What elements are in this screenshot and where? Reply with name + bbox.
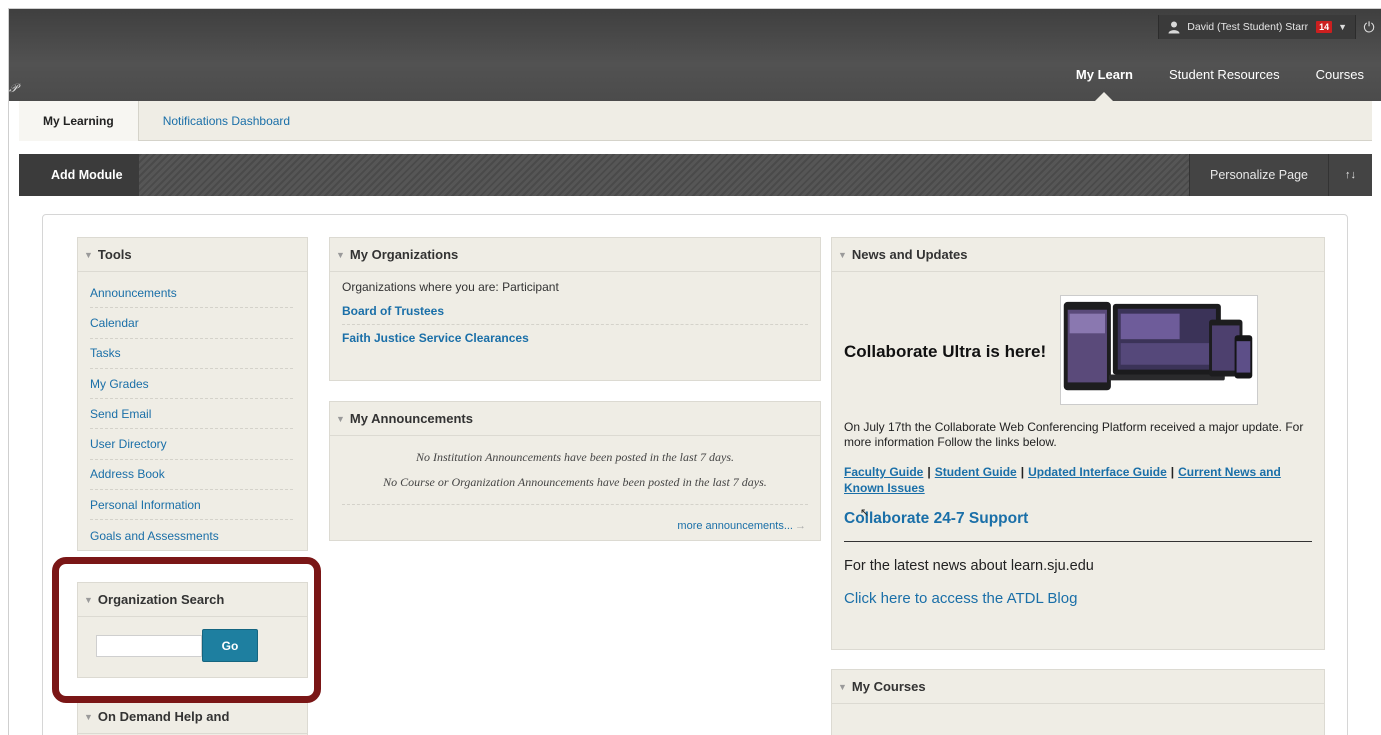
collaborate-support-link[interactable]: Collaborate 24-7 Support xyxy=(844,510,1028,528)
personalize-page-button[interactable]: Personalize Page xyxy=(1189,154,1328,196)
devices-image xyxy=(1060,295,1258,405)
divider xyxy=(844,541,1312,542)
news-and-updates-header[interactable]: ▼ News and Updates xyxy=(832,238,1324,272)
user-icon xyxy=(1168,21,1180,34)
latest-news-text: For the latest news about learn.sju.edu xyxy=(844,558,1094,574)
list-item: Send Email xyxy=(90,399,293,430)
main-tabs: My Learn Student Resources Courses xyxy=(1058,61,1381,101)
sub-navigation: My Learning Notifications Dashboard xyxy=(19,101,1372,141)
organizations-intro: Organizations where you are: Participant xyxy=(342,280,559,294)
add-module-button[interactable]: Add Module xyxy=(19,154,139,196)
my-announcements-module: ▼ My Announcements No Institution Announ… xyxy=(329,401,821,541)
tool-link[interactable]: Calendar xyxy=(90,316,139,330)
highlight-box xyxy=(52,557,321,703)
tool-link[interactable]: User Directory xyxy=(90,437,167,451)
subtab-my-learning[interactable]: My Learning xyxy=(19,101,139,141)
on-demand-help-header[interactable]: ▼ On Demand Help and xyxy=(78,700,307,734)
my-organizations-header[interactable]: ▼ My Organizations xyxy=(330,238,820,272)
updated-interface-guide-link[interactable]: Updated Interface Guide xyxy=(1028,465,1167,479)
my-announcements-title: My Announcements xyxy=(349,411,473,426)
news-headline: Collaborate Ultra is here! xyxy=(844,342,1047,361)
more-announcements-link[interactable]: more announcements... → xyxy=(677,520,806,532)
separator: | xyxy=(1170,465,1175,479)
pin-icon[interactable]: 𝒫 xyxy=(9,81,18,96)
tool-link[interactable]: Send Email xyxy=(90,407,151,421)
news-links: Faculty Guide | Student Guide | Updated Inte… xyxy=(844,464,1304,496)
student-guide-link[interactable]: Student Guide xyxy=(935,465,1017,479)
collapse-triangle-icon[interactable]: ▼ xyxy=(838,682,847,692)
my-announcements-header[interactable]: ▼ My Announcements xyxy=(330,402,820,436)
mouse-cursor-icon: ↖ xyxy=(860,507,870,519)
user-menu[interactable]: David (Test Student) Starr 14 ▼ xyxy=(1158,15,1356,39)
on-demand-help-module: ▼ On Demand Help and xyxy=(77,699,308,735)
list-item: Calendar xyxy=(90,308,293,339)
tool-link[interactable]: Goals and Assessments xyxy=(90,529,219,543)
collapse-triangle-icon[interactable]: ▼ xyxy=(838,250,847,260)
my-organizations-title: My Organizations xyxy=(349,247,459,262)
tool-link[interactable]: My Grades xyxy=(90,377,149,391)
course-announcements-text: No Course or Organization Announcements … xyxy=(383,475,767,489)
tools-module-header[interactable]: ▼ Tools xyxy=(78,238,307,272)
tab-courses[interactable]: Courses xyxy=(1298,61,1381,101)
module-bar-actions: Personalize Page ↑↓ xyxy=(1189,154,1372,196)
news-and-updates-module: ▼ News and Updates Collaborate Ultra is … xyxy=(831,237,1325,650)
more-announcements-label: more announcements... xyxy=(677,520,793,532)
collapse-triangle-icon[interactable]: ▼ xyxy=(336,250,345,260)
on-demand-help-title: On Demand Help and xyxy=(97,709,230,724)
separator: | xyxy=(1020,465,1025,479)
list-item: My Grades xyxy=(90,369,293,400)
news-body-text: On July 17th the Collaborate Web Confere… xyxy=(844,420,1304,449)
tool-link[interactable]: Personal Information xyxy=(90,498,201,512)
my-courses-title: My Courses xyxy=(851,679,926,694)
arrow-right-icon: → xyxy=(795,520,806,532)
collapse-triangle-icon[interactable]: ▼ xyxy=(84,712,93,722)
top-header: David (Test Student) Starr 14 ▼ ⏻ 𝒫 My L… xyxy=(9,9,1381,101)
chevron-down-icon[interactable]: ▼ xyxy=(1338,22,1347,32)
institution-announcements-text: No Institution Announcements have been p… xyxy=(415,450,735,464)
organization-link[interactable]: Faith Justice Service Clearances xyxy=(342,325,808,351)
tool-link[interactable]: Announcements xyxy=(90,286,177,300)
subtab-notifications-dashboard[interactable]: Notifications Dashboard xyxy=(139,101,314,141)
tools-module: ▼ Tools Announcements Calendar Tasks My … xyxy=(77,237,308,551)
browser-page: David (Test Student) Starr 14 ▼ ⏻ 𝒫 My L… xyxy=(8,8,1381,735)
module-bar: Add Module Personalize Page ↑↓ xyxy=(19,154,1372,196)
separator: | xyxy=(927,465,931,479)
tools-title: Tools xyxy=(97,247,132,262)
tool-link[interactable]: Address Book xyxy=(90,467,165,481)
collapse-triangle-icon[interactable]: ▼ xyxy=(336,414,345,424)
notification-badge[interactable]: 14 xyxy=(1316,21,1333,33)
my-courses-module: ▼ My Courses xyxy=(831,669,1325,735)
organization-link[interactable]: Board of Trustees xyxy=(342,298,808,325)
user-name: David (Test Student) Starr xyxy=(1187,21,1309,33)
list-item: Announcements xyxy=(90,278,293,309)
reorder-icon[interactable]: ↑↓ xyxy=(1328,154,1372,196)
divider xyxy=(342,504,808,505)
news-and-updates-title: News and Updates xyxy=(851,247,968,262)
my-organizations-module: ▼ My Organizations Organizations where y… xyxy=(329,237,821,381)
tools-list: Announcements Calendar Tasks My Grades S… xyxy=(78,272,307,551)
collapse-triangle-icon[interactable]: ▼ xyxy=(84,250,93,260)
list-item: Tasks xyxy=(90,339,293,369)
tab-student-resources[interactable]: Student Resources xyxy=(1151,61,1298,101)
list-item: Goals and Assessments xyxy=(90,520,293,550)
list-item: User Directory xyxy=(90,429,293,460)
user-bar: David (Test Student) Starr 14 ▼ ⏻ xyxy=(1158,15,1381,39)
tab-my-learn[interactable]: My Learn xyxy=(1058,61,1151,101)
atdl-blog-link[interactable]: Click here to access the ATDL Blog xyxy=(844,590,1077,607)
faculty-guide-link[interactable]: Faculty Guide xyxy=(844,465,923,479)
my-organizations-body: Organizations where you are: Participant… xyxy=(330,272,820,359)
list-item: Personal Information xyxy=(90,490,293,521)
tool-link[interactable]: Tasks xyxy=(90,346,121,360)
power-icon[interactable]: ⏻ xyxy=(1356,15,1381,39)
list-item: Address Book xyxy=(90,460,293,491)
my-courses-header[interactable]: ▼ My Courses xyxy=(832,670,1324,704)
